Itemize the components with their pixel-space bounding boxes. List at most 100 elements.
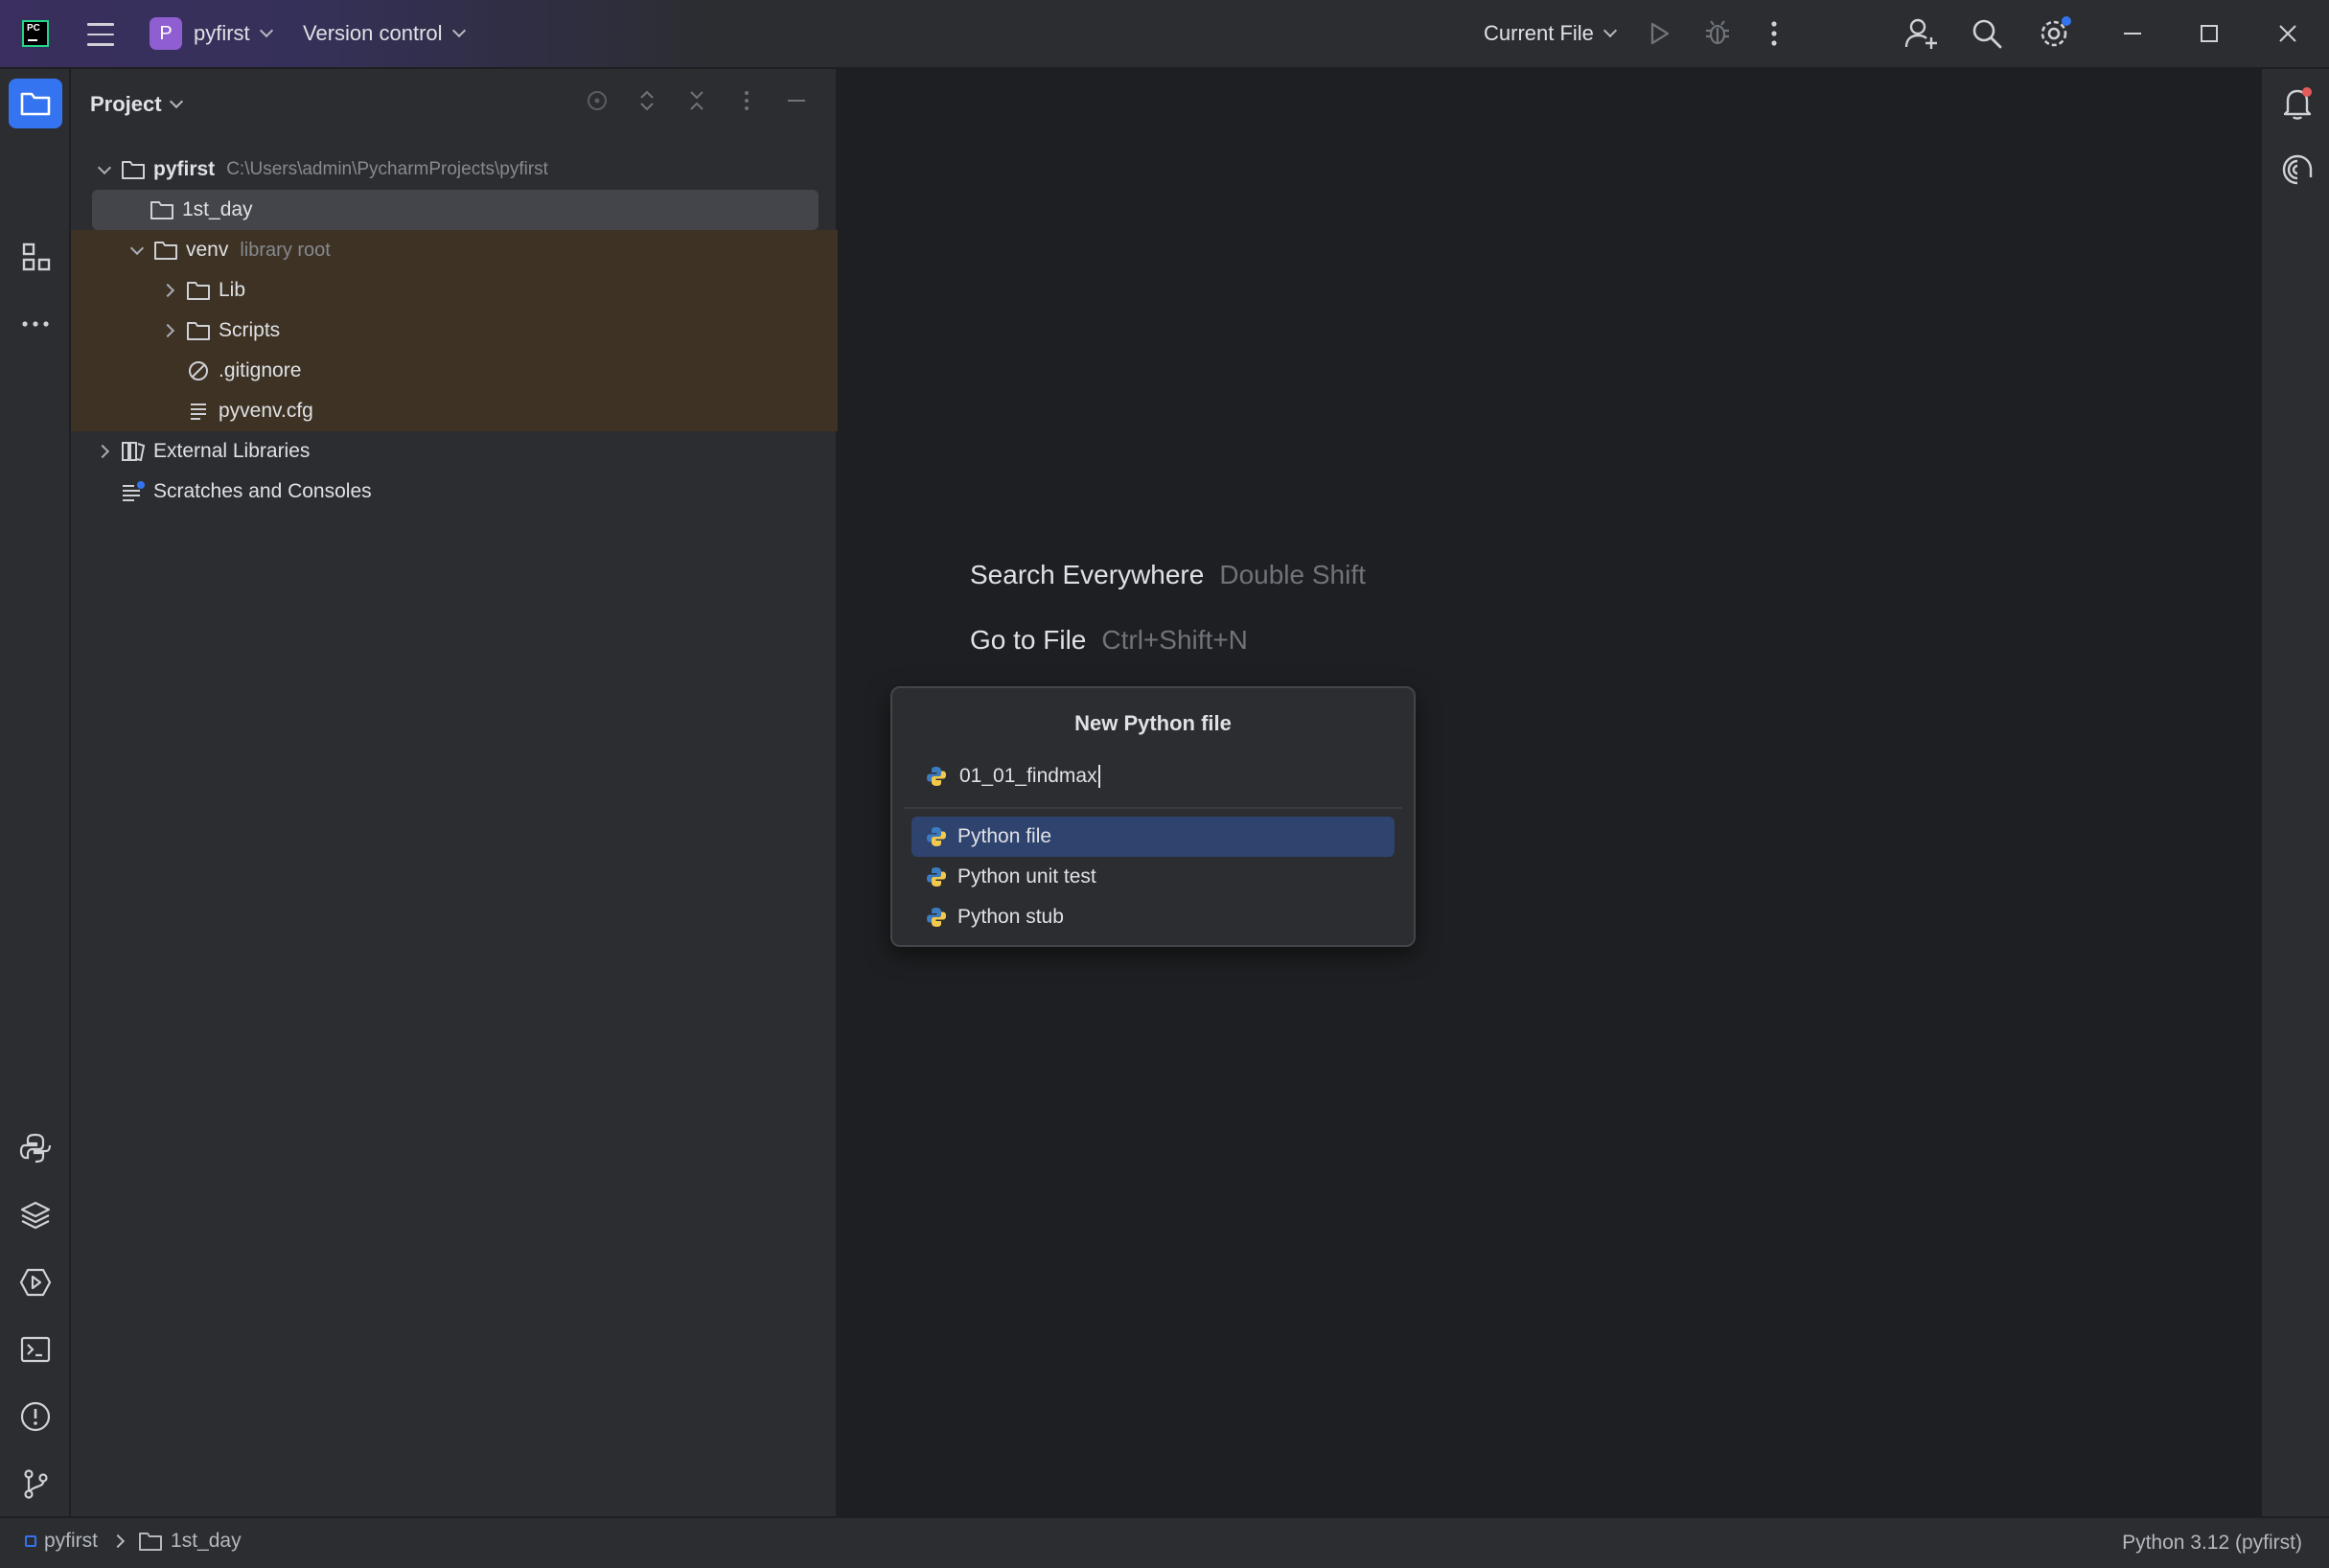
python-stub-icon [927,908,946,927]
more-vertical-icon[interactable] [1762,19,1787,48]
title-bar: PC P pyfirst Version control Current Fil… [0,0,2329,69]
tree-item-label: External Libraries [153,440,311,462]
python-console-button[interactable] [9,1123,62,1173]
root-folder-name: pyfirst [153,158,216,180]
git-branch-icon [24,1469,48,1499]
status-bar: pyfirst 1st_day Python 3.12 (pyfirst) [0,1516,2329,1568]
project-name: pyfirst [194,21,250,45]
terminal-icon [20,1336,51,1363]
version-control-button[interactable]: Version control [303,21,466,46]
problems-button[interactable] [9,1392,62,1441]
tree-item-lib[interactable]: Lib [71,270,838,311]
library-root-hint: library root [240,239,331,261]
project-tree: pyfirst C:\Users\admin\PycharmProjects\p… [71,150,838,512]
maximize-icon[interactable] [2197,21,2222,46]
version-control-tool-button[interactable] [9,1459,62,1509]
python-packages-button[interactable] [9,1190,62,1240]
tree-item-label: Lib [219,279,246,301]
option-python-file[interactable]: Python file [911,817,1395,857]
chevron-down-icon [451,23,466,38]
chevron-right-icon[interactable] [160,322,178,339]
project-panel-title: Project [90,92,162,116]
hint-label: Go to File [970,625,1087,655]
run-configuration-selector[interactable]: Current File [1484,21,1617,46]
project-badge: P [150,17,182,50]
option-label: Python file [957,825,1052,847]
ignored-file-icon [186,359,211,382]
chevron-right-icon[interactable] [95,443,113,460]
settings-icon[interactable] [2036,13,2074,52]
option-python-stub[interactable]: Python stub [911,897,1395,937]
terminal-button[interactable] [9,1325,62,1374]
pycharm-logo[interactable]: PC [22,20,49,47]
tree-item-label: Scripts [219,319,281,341]
python-test-icon [927,867,946,887]
ai-assistant-icon[interactable] [2279,151,2316,188]
tree-item-label: Scratches and Consoles [153,480,372,502]
close-icon[interactable] [2275,21,2300,46]
tree-item-gitignore[interactable]: .gitignore [71,351,838,391]
problems-icon [20,1401,51,1432]
more-horizontal-icon [22,321,49,327]
new-python-file-dialog: New Python file 01_01_findmax Python fil… [890,686,1416,947]
run-icon[interactable] [1645,19,1673,48]
hide-panel-icon[interactable] [784,88,809,113]
structure-tool-button[interactable] [9,232,62,282]
project-switcher[interactable]: P pyfirst [150,17,273,50]
tree-item-label: .gitignore [219,359,302,381]
collapse-all-icon[interactable] [684,88,709,113]
project-panel-header[interactable]: Project [90,92,183,117]
project-module-icon [25,1535,36,1547]
folder-icon [186,319,211,342]
search-everywhere-hint: Search Everywhere Double Shift [970,560,1366,590]
option-label: Python stub [957,906,1064,928]
add-user-icon[interactable] [1903,15,1940,52]
notifications-icon[interactable] [2279,84,2316,123]
text-file-icon [186,400,211,423]
tree-item-pyvenv[interactable]: pyvenv.cfg [71,391,838,431]
interpreter-selector[interactable]: Python 3.12 (pyfirst) [2122,1532,2302,1555]
options-icon[interactable] [734,88,759,113]
text-caret [1097,765,1100,789]
option-python-unit-test[interactable]: Python unit test [911,857,1395,897]
chevron-down-icon [259,23,273,38]
breadcrumb: pyfirst 1st_day [25,1530,242,1553]
locate-file-icon[interactable] [585,88,610,113]
tree-item-external-libraries[interactable]: External Libraries [71,431,838,472]
dialog-title: New Python file [1074,711,1232,735]
dialog-separator [904,807,1402,809]
chevron-down-icon[interactable] [128,241,146,259]
more-tools-button[interactable] [9,299,62,349]
python-console-icon [19,1133,52,1164]
run-configuration-label: Current File [1484,21,1594,45]
tree-item-scratches[interactable]: Scratches and Consoles [71,472,838,512]
main-menu-button[interactable] [84,19,117,50]
option-label: Python unit test [957,865,1096,888]
tree-item-scripts[interactable]: Scripts [71,311,838,351]
tree-item-1st-day[interactable]: 1st_day [71,190,838,230]
folder-icon [150,198,174,221]
tree-item-root[interactable]: pyfirst C:\Users\admin\PycharmProjects\p… [71,150,838,190]
tree-item-label: 1st_day [182,198,253,220]
hint-shortcut: Ctrl+Shift+N [1101,625,1248,655]
expand-all-icon[interactable] [634,88,659,113]
breadcrumb-project[interactable]: pyfirst [44,1530,98,1553]
file-name-input[interactable]: 01_01_findmax [925,765,1100,789]
search-icon[interactable] [1971,17,2003,50]
services-button[interactable] [9,1257,62,1307]
folder-icon [20,92,51,116]
tree-item-venv[interactable]: venv library root [71,230,838,270]
chevron-down-icon[interactable] [96,160,113,178]
folder-icon [186,279,211,302]
python-file-icon [927,767,946,787]
structure-icon [22,242,51,271]
minimize-icon[interactable] [2120,21,2145,46]
tree-item-label: pyvenv.cfg [219,400,313,422]
debug-icon[interactable] [1702,17,1733,48]
layers-icon [20,1201,51,1230]
project-tool-button[interactable] [9,79,62,128]
chevron-right-icon[interactable] [160,282,178,299]
version-control-label: Version control [303,21,443,45]
breadcrumb-folder[interactable]: 1st_day [171,1530,242,1553]
chevron-right-icon [110,1533,126,1549]
